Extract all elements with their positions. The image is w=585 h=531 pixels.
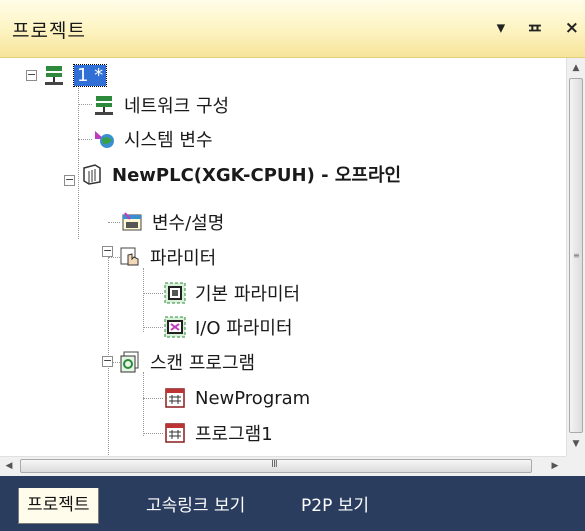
program-icon xyxy=(165,423,185,443)
tree-node-label: 변수/설명 xyxy=(152,213,225,234)
tree-node-basic-parameter[interactable]: 기본 파라미터 xyxy=(163,276,300,310)
tree-node-io-parameter[interactable]: I/O 파라미터 xyxy=(163,310,293,344)
grip-label: III xyxy=(271,459,278,470)
tree-node-label: 프로그램1 xyxy=(195,424,273,445)
project-network-icon xyxy=(45,66,63,85)
tree-node-label: 스캔 프로그램 xyxy=(150,353,256,374)
scrollbar-corner xyxy=(566,456,585,476)
scroll-down-icon[interactable]: ▼ xyxy=(567,436,585,453)
vertical-scrollbar[interactable]: ▲ ≡ ▼ xyxy=(566,58,585,456)
tree-node-plc[interactable]: NewPLC(XGK-CPUH) - 오프라인 xyxy=(80,157,401,191)
tab-project[interactable]: 프로젝트 xyxy=(18,488,99,524)
tree-node-label: 1 * xyxy=(72,63,108,87)
project-tree[interactable]: − − − − 1 * 네트워크 구성 시스템 변수 NewPLC(XGK-CP… xyxy=(0,58,566,456)
collapse-toggle-scan-program[interactable]: − xyxy=(102,355,113,367)
tree-node-parameter[interactable]: 파라미터 xyxy=(118,240,216,274)
tree-node-program1[interactable]: 프로그램1 xyxy=(163,416,273,450)
scan-program-icon xyxy=(120,351,139,373)
tree-node-label: 시스템 변수 xyxy=(124,130,213,151)
tree-node-project[interactable]: 1 * xyxy=(42,58,108,92)
tree-node-label: 네트워크 구성 xyxy=(124,96,230,117)
close-icon[interactable]: × xyxy=(565,18,579,43)
tree-node-newprogram[interactable]: NewProgram xyxy=(163,381,310,415)
tab-highspeed-link[interactable]: 고속링크 보기 xyxy=(138,489,253,525)
tree-node-label: 기본 파라미터 xyxy=(195,284,301,305)
scroll-up-icon[interactable]: ▲ xyxy=(567,60,585,77)
panel-title: 프로젝트 xyxy=(12,20,86,42)
collapse-toggle-plc[interactable]: − xyxy=(64,174,75,186)
tree-node-label: 파라미터 xyxy=(150,248,217,269)
tree-node-variable-comment[interactable]: 변수/설명 xyxy=(120,205,224,239)
plc-icon xyxy=(83,164,101,185)
panel-controls: ▾ ᄑ × xyxy=(497,18,579,43)
tree-node-scan-program[interactable]: 스캔 프로그램 xyxy=(118,345,255,379)
scroll-right-icon[interactable]: ▶ xyxy=(546,457,564,476)
tree-node-label: I/O 파라미터 xyxy=(195,318,293,339)
parameter-icon xyxy=(120,247,139,266)
panel-titlebar: 프로젝트 ▾ ᄑ × xyxy=(0,0,585,58)
tab-p2p[interactable]: P2P 보기 xyxy=(293,489,377,525)
horizontal-scroll-thumb[interactable]: III xyxy=(20,459,532,473)
pin-icon[interactable]: ᄑ xyxy=(527,18,543,43)
collapse-toggle-root[interactable]: − xyxy=(26,69,37,81)
scroll-left-icon[interactable]: ◀ xyxy=(0,457,18,476)
tree-node-system-variable[interactable]: 시스템 변수 xyxy=(92,122,213,156)
tree-node-label: NewPLC(XGK-CPUH) - 오프라인 xyxy=(112,165,402,186)
bottom-tab-bar: 프로젝트 고속링크 보기 P2P 보기 xyxy=(0,476,585,531)
variable-comment-icon xyxy=(122,212,142,231)
basic-parameter-icon xyxy=(164,282,186,304)
horizontal-scrollbar[interactable]: ◀ III ▶ xyxy=(0,456,566,476)
collapse-toggle-parameter[interactable]: − xyxy=(102,245,113,257)
tree-node-label: NewProgram xyxy=(195,387,311,409)
dropdown-icon[interactable]: ▾ xyxy=(497,18,506,43)
network-config-icon xyxy=(95,96,113,115)
program-icon xyxy=(165,388,185,408)
system-variable-icon xyxy=(95,131,114,148)
tree-node-network-config[interactable]: 네트워크 구성 xyxy=(92,88,229,122)
grip-icon: ≡ xyxy=(573,251,580,260)
io-parameter-icon xyxy=(164,316,186,338)
vertical-scroll-thumb[interactable]: ≡ xyxy=(569,78,583,433)
